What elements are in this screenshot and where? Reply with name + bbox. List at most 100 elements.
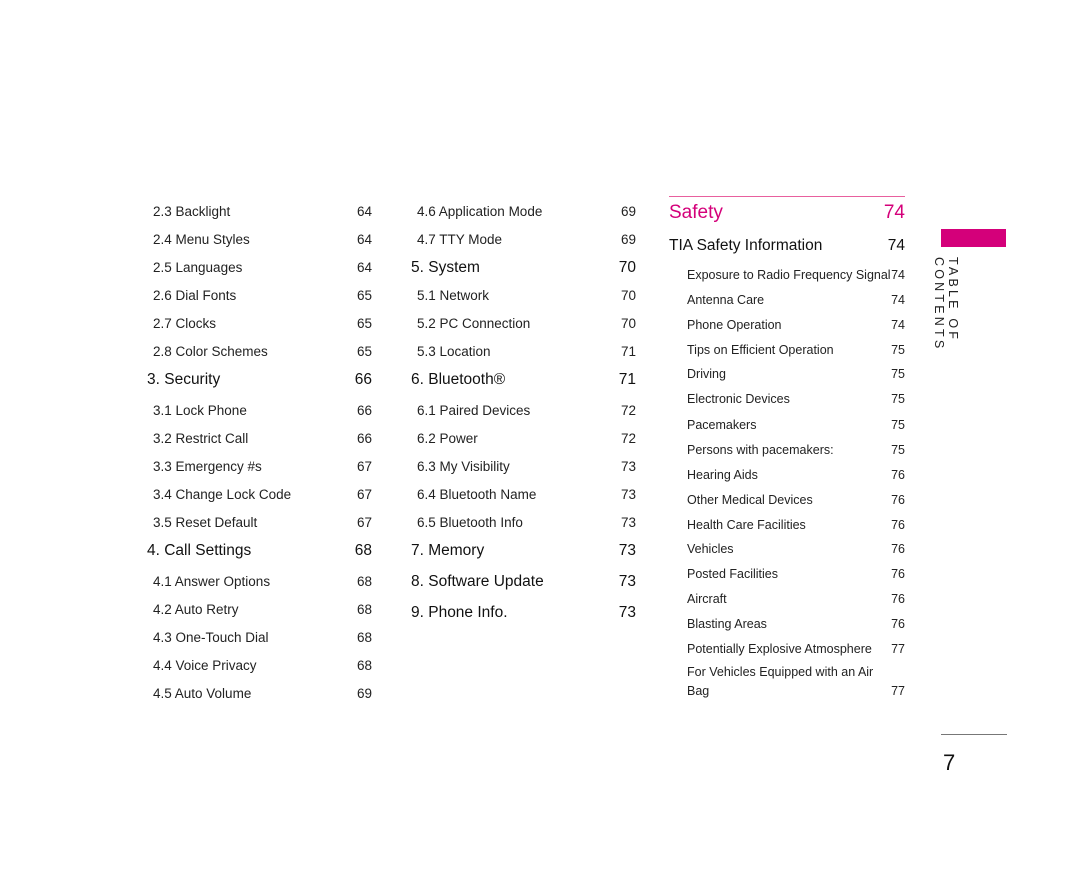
toc-entry[interactable]: Hearing Aids 76 [669, 468, 905, 482]
toc-entry[interactable]: Antenna Care 74 [669, 293, 905, 307]
entry-page: 74 [891, 317, 905, 332]
entry-label: Electronic Devices [687, 392, 790, 407]
section-title: Safety [669, 202, 723, 223]
toc-entry[interactable]: Tips on Efficient Operation 75 [669, 343, 905, 357]
toc-entry[interactable]: 4.4 Voice Privacy 68 [147, 658, 372, 673]
toc-entry[interactable]: 6.3 My Visibility 73 [411, 459, 636, 474]
entry-label: Phone Operation [687, 317, 782, 332]
entry-label: Antenna Care [687, 292, 765, 307]
toc-entry[interactable]: 4.1 Answer Options 68 [147, 574, 372, 589]
toc-heading[interactable]: 8. Software Update 73 [411, 573, 636, 591]
entry-label: 3. Security [147, 371, 221, 388]
entry-page: 66 [356, 431, 372, 446]
toc-entry[interactable]: 6.5 Bluetooth Info 73 [411, 515, 636, 530]
toc-entry[interactable]: 6.1 Paired Devices 72 [411, 403, 636, 418]
entry-page: 69 [620, 232, 636, 247]
toc-entry[interactable]: 4.3 One-Touch Dial 68 [147, 630, 372, 645]
toc-heading[interactable]: 3. Security 66 [147, 371, 372, 389]
toc-entry[interactable]: 3.3 Emergency #s 67 [147, 459, 372, 474]
entry-page: 68 [356, 630, 372, 645]
entry-label: Other Medical Devices [687, 492, 813, 507]
entry-label: 3.1 Lock Phone [153, 403, 247, 418]
toc-heading[interactable]: 5. System 70 [411, 259, 636, 277]
toc-entry[interactable]: 2.4 Menu Styles 64 [147, 232, 372, 247]
toc-entry[interactable]: 5.1 Network 70 [411, 288, 636, 303]
toc-entry[interactable]: 6.2 Power 72 [411, 431, 636, 446]
entry-page: 68 [356, 602, 372, 617]
entry-page: 77 [891, 684, 905, 698]
toc-section-safety[interactable]: Safety 74 [669, 202, 905, 224]
toc-entry[interactable]: 4.2 Auto Retry 68 [147, 602, 372, 617]
entry-page: 73 [620, 459, 636, 474]
entry-label: 6.1 Paired Devices [417, 403, 531, 418]
entry-page: 67 [356, 459, 372, 474]
toc-entry[interactable]: 4.5 Auto Volume 69 [147, 686, 372, 701]
entry-page: 76 [891, 492, 905, 507]
toc-entry[interactable]: Vehicles 76 [669, 542, 905, 556]
entry-page: 71 [620, 344, 636, 359]
toc-entry[interactable]: 3.2 Restrict Call 66 [147, 431, 372, 446]
toc-entry[interactable]: Aircraft 76 [669, 592, 905, 606]
toc-heading[interactable]: 7. Memory 73 [411, 542, 636, 560]
entry-label: 5.1 Network [417, 288, 490, 303]
toc-entry[interactable]: Persons with pacemakers: 75 [669, 443, 905, 457]
entry-label: 2.7 Clocks [153, 316, 217, 331]
toc-entry[interactable]: Potentially Explosive Atmosphere 77 [669, 642, 905, 656]
entry-label: 6.2 Power [417, 431, 478, 446]
toc-entry[interactable]: 2.6 Dial Fonts 65 [147, 288, 372, 303]
entry-label: Aircraft [687, 592, 727, 607]
toc-entry[interactable]: 6.4 Bluetooth Name 73 [411, 487, 636, 502]
entry-page: 76 [891, 542, 905, 557]
entry-label: Persons with pacemakers: [687, 442, 834, 457]
toc-entry[interactable]: Health Care Facilities 76 [669, 518, 905, 532]
entry-label: Health Care Facilities [687, 517, 806, 532]
toc-entry[interactable]: 2.7 Clocks 65 [147, 316, 372, 331]
toc-entry[interactable]: Phone Operation 74 [669, 318, 905, 332]
entry-label: 3.4 Change Lock Code [153, 487, 292, 502]
toc-entry[interactable]: 2.3 Backlight 64 [147, 204, 372, 219]
entry-label: 2.6 Dial Fonts [153, 288, 237, 303]
toc-entry[interactable]: 2.8 Color Schemes 65 [147, 344, 372, 359]
entry-page: 74 [891, 268, 905, 282]
entry-label: Vehicles [687, 542, 734, 557]
toc-entry[interactable]: 3.4 Change Lock Code 67 [147, 487, 372, 502]
toc-entry[interactable]: Other Medical Devices 76 [669, 493, 905, 507]
entry-page: 76 [891, 467, 905, 482]
entry-page: 76 [891, 616, 905, 631]
entry-label: 5.3 Location [417, 344, 491, 359]
section-page: 74 [883, 202, 905, 223]
toc-entry[interactable]: 5.3 Location 71 [411, 344, 636, 359]
toc-entry[interactable]: Pacemakers 75 [669, 418, 905, 432]
toc-entry[interactable]: 5.2 PC Connection 70 [411, 316, 636, 331]
toc-entry[interactable]: Exposure to Radio Frequency Signal 74 [669, 268, 905, 282]
entry-page: 73 [618, 542, 636, 559]
entry-page: 67 [356, 487, 372, 502]
page-number: 7 [943, 750, 956, 775]
toc-entry[interactable]: 2.5 Languages 64 [147, 260, 372, 275]
heading-label: TIA Safety Information [669, 237, 823, 254]
entry-page: 70 [620, 288, 636, 303]
entry-page: 67 [356, 515, 372, 530]
toc-entry[interactable]: 4.6 Application Mode 69 [411, 204, 636, 219]
entry-page: 73 [620, 487, 636, 502]
toc-heading-tia[interactable]: TIA Safety Information 74 [669, 237, 905, 255]
entry-label: Blasting Areas [687, 616, 767, 631]
toc-entry-air-bag[interactable]: For Vehicles Equipped with an Air Bag 77 [669, 665, 905, 698]
entry-page: 65 [356, 344, 372, 359]
toc-entry[interactable]: Electronic Devices 75 [669, 392, 905, 406]
toc-entry[interactable]: 3.1 Lock Phone 66 [147, 403, 372, 418]
entry-page: 76 [891, 567, 905, 582]
toc-entry[interactable]: Posted Facilities 76 [669, 567, 905, 581]
entry-label: 6.5 Bluetooth Info [417, 515, 523, 530]
entry-label: 8. Software Update [411, 573, 544, 590]
toc-heading[interactable]: 6. Bluetooth® 71 [411, 371, 636, 389]
toc-entry[interactable]: 3.5 Reset Default 67 [147, 515, 372, 530]
entry-page: 64 [356, 260, 372, 275]
toc-entry[interactable]: Blasting Areas 76 [669, 617, 905, 631]
toc-heading[interactable]: 4. Call Settings 68 [147, 542, 372, 560]
toc-heading[interactable]: 9. Phone Info. 73 [411, 604, 636, 622]
entry-page: 73 [620, 515, 636, 530]
entry-label: 5. System [411, 259, 480, 276]
toc-entry[interactable]: Driving 75 [669, 367, 905, 381]
toc-entry[interactable]: 4.7 TTY Mode 69 [411, 232, 636, 247]
